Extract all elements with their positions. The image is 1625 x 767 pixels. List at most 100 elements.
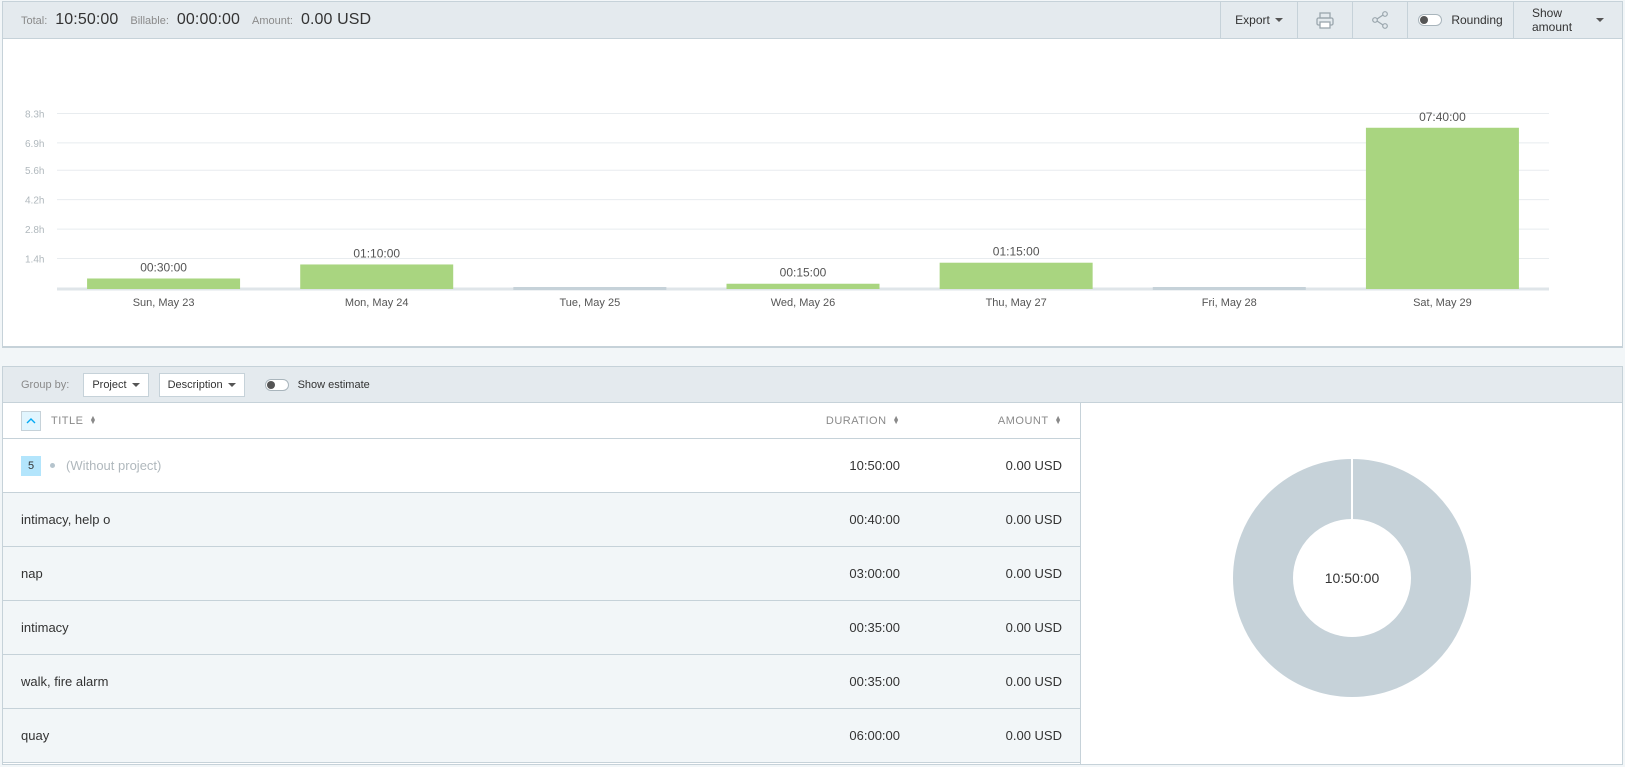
chevron-up-icon <box>26 417 36 423</box>
bar-value-label: 00:15:00 <box>780 266 827 280</box>
y-tick-label: 8.3h <box>25 109 44 120</box>
entry-count-badge[interactable]: 5 <box>21 455 41 476</box>
toggle-switch[interactable] <box>264 378 289 391</box>
project-group-row[interactable]: 5 (Without project) 10:50:00 0.00 USD <box>3 439 1080 493</box>
row-title: intimacy, help o <box>21 512 111 527</box>
empty-bar <box>1152 287 1306 290</box>
row-amount: 0.00 USD <box>1005 674 1062 689</box>
row-duration: 00:35:00 <box>849 674 900 689</box>
export-label: Export <box>1235 13 1270 27</box>
x-tick-label: Tue, May 25 <box>559 297 620 309</box>
x-tick-label: Sat, May 29 <box>1413 297 1472 309</box>
collapse-all-button[interactable] <box>21 410 41 431</box>
amount-label: Amount: <box>252 15 293 27</box>
sort-icon: ▲ ▼ <box>1054 414 1062 426</box>
rounding-label: Rounding <box>1451 13 1503 27</box>
donut-center-label: 10:50:00 <box>1325 570 1380 586</box>
row-title: intimacy <box>21 620 69 635</box>
table-row[interactable]: nap 03:00:00 0.00 USD <box>3 547 1080 601</box>
summary-bar: Total: 10:50:00 Billable: 00:00:00 Amoun… <box>2 1 1623 39</box>
group-amount: 0.00 USD <box>1005 458 1062 473</box>
show-estimate-toggle[interactable]: Show estimate <box>264 378 370 391</box>
sort-icon: ▲ ▼ <box>892 414 900 426</box>
chevron-down-icon <box>1596 18 1604 22</box>
rounding-toggle[interactable]: Rounding <box>1407 2 1513 38</box>
amount-column-header[interactable]: AMOUNT ▲ ▼ <box>900 415 1080 427</box>
print-button[interactable] <box>1297 2 1352 38</box>
bar <box>1365 127 1519 290</box>
y-tick-label: 2.8h <box>25 225 44 236</box>
title-column-header[interactable]: TITLE ▲ ▼ <box>51 415 720 427</box>
group-by-project-value: Project <box>92 378 127 391</box>
share-icon <box>1372 11 1388 29</box>
bar-value-label: 01:15:00 <box>993 245 1040 259</box>
printer-icon <box>1316 11 1334 29</box>
title-header-label: TITLE <box>51 414 84 427</box>
row-title: nap <box>21 566 43 581</box>
duration-column-header[interactable]: DURATION ▲ ▼ <box>720 415 900 427</box>
table-row[interactable]: quay 06:00:00 0.00 USD <box>3 709 1080 763</box>
row-title: quay <box>21 728 50 743</box>
bar <box>87 278 241 289</box>
row-amount: 0.00 USD <box>1005 512 1062 527</box>
group-by-bar: Group by: Project Description Show estim… <box>3 367 1622 403</box>
bar-chart-panel: 1.4h 2.8h 4.2h 5.6h 6.9h 8.3h 00:30:00 Sun, May… <box>2 39 1623 348</box>
billable-value: 00:00:00 <box>176 11 241 28</box>
row-amount: 0.00 USD <box>1005 620 1062 635</box>
x-tick-label: Wed, May 26 <box>771 297 836 309</box>
row-title: walk, fire alarm <box>21 674 109 689</box>
row-duration: 00:40:00 <box>849 512 900 527</box>
y-tick-label: 4.2h <box>25 196 44 207</box>
project-color-dot <box>50 463 55 468</box>
show-amount-label: Show amount <box>1532 6 1573 34</box>
export-dropdown[interactable]: Export <box>1220 2 1297 38</box>
y-tick-label: 6.9h <box>25 139 44 150</box>
donut-chart: 10:50:00 <box>1233 459 1471 697</box>
toggle-switch[interactable] <box>1418 14 1443 26</box>
x-tick-label: Mon, May 24 <box>345 297 409 309</box>
share-button[interactable] <box>1352 2 1407 38</box>
totals: Total: 10:50:00 Billable: 00:00:00 Amoun… <box>3 11 1220 29</box>
group-by-project-select[interactable]: Project <box>83 372 149 397</box>
total-value: 10:50:00 <box>55 11 119 28</box>
group-by-label: Group by: <box>21 378 70 391</box>
billable-label: Billable: <box>130 15 169 27</box>
x-tick-label: Fri, May 28 <box>1202 297 1257 309</box>
amount-header-label: AMOUNT <box>997 414 1049 427</box>
bar <box>300 264 454 289</box>
project-name: (Without project) <box>66 458 162 473</box>
show-estimate-label: Show estimate <box>297 378 370 391</box>
group-by-description-select[interactable]: Description <box>158 372 245 397</box>
chevron-down-icon <box>227 382 236 387</box>
empty-bar <box>513 287 667 290</box>
bar <box>939 262 1093 289</box>
chevron-down-icon <box>1274 18 1283 22</box>
bar-value-label: 00:30:00 <box>140 260 187 274</box>
donut-chart-panel: 10:50:00 <box>1080 403 1622 764</box>
report-panel: Group by: Project Description Show estim… <box>2 366 1623 765</box>
duration-header-label: DURATION <box>825 414 887 427</box>
group-duration: 10:50:00 <box>849 458 900 473</box>
bar-value-label: 01:10:00 <box>353 246 400 260</box>
row-amount: 0.00 USD <box>1005 566 1062 581</box>
y-tick-label: 1.4h <box>25 255 44 266</box>
y-tick-label: 5.6h <box>25 166 44 177</box>
row-duration: 03:00:00 <box>849 566 900 581</box>
table-row[interactable]: intimacy 00:35:00 0.00 USD <box>3 601 1080 655</box>
row-duration: 00:35:00 <box>849 620 900 635</box>
row-duration: 06:00:00 <box>849 728 900 743</box>
total-label: Total: <box>21 15 48 27</box>
show-amount-dropdown[interactable]: Show amount <box>1513 2 1622 38</box>
bar <box>726 283 880 289</box>
sort-icon: ▲ ▼ <box>89 414 97 426</box>
daily-bar-chart: 1.4h 2.8h 4.2h 5.6h 6.9h 8.3h 00:30:00 Sun, May… <box>25 109 1549 309</box>
row-amount: 0.00 USD <box>1005 728 1062 743</box>
report-table: TITLE ▲ ▼ DURATION ▲ ▼ AMOUNT ▲ ▼ 5 (Withou… <box>3 403 1080 763</box>
chevron-down-icon <box>131 382 140 387</box>
table-row[interactable]: walk, fire alarm 00:35:00 0.00 USD <box>3 655 1080 709</box>
table-header: TITLE ▲ ▼ DURATION ▲ ▼ AMOUNT ▲ ▼ <box>3 403 1080 439</box>
bar-value-label: 07:40:00 <box>1419 110 1466 124</box>
table-row[interactable]: intimacy, help o 00:40:00 0.00 USD <box>3 493 1080 547</box>
x-tick-label: Thu, May 27 <box>986 297 1047 309</box>
x-tick-label: Sun, May 23 <box>133 297 195 309</box>
